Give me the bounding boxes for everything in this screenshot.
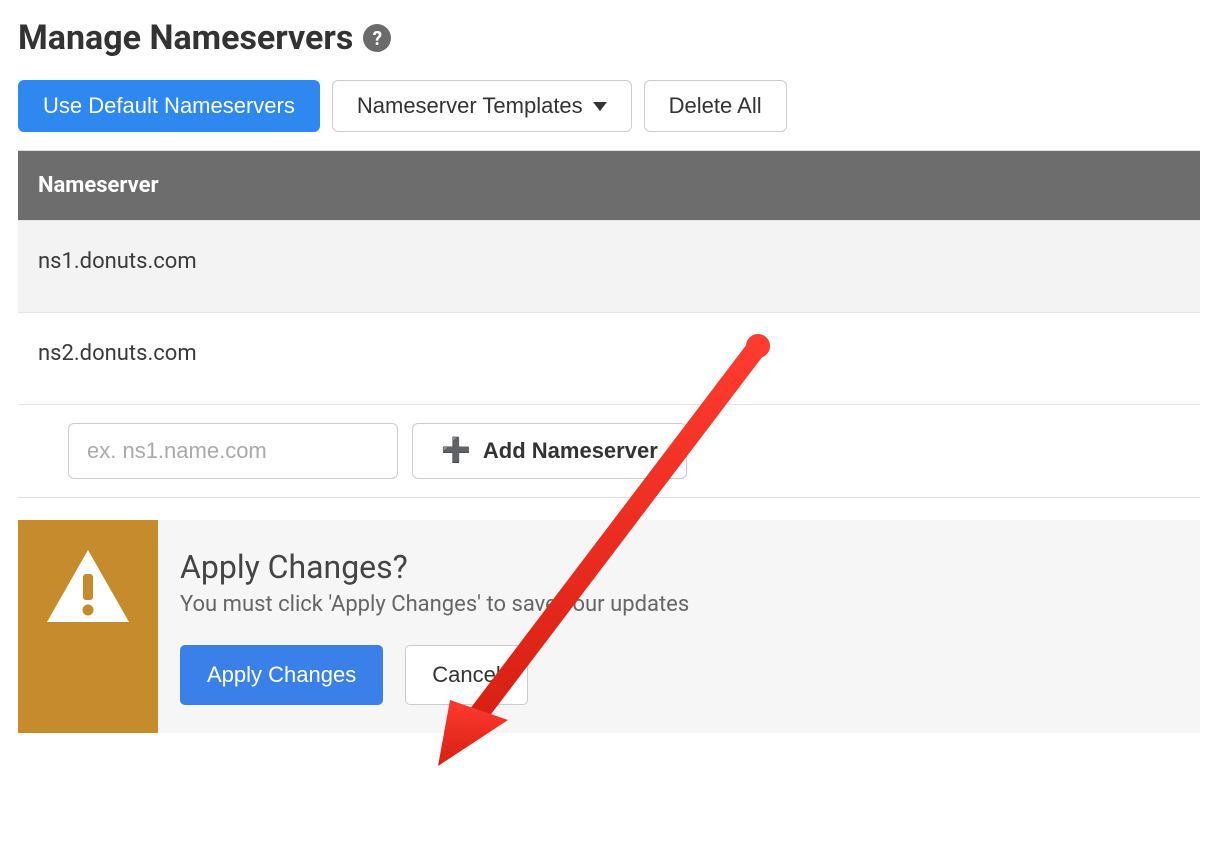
alert-text: You must click 'Apply Changes' to save y…	[180, 592, 1176, 617]
table-header: Nameserver	[18, 151, 1200, 220]
add-nameserver-button[interactable]: ➕ Add Nameserver	[412, 423, 687, 479]
alert-title: Apply Changes?	[180, 548, 1176, 586]
toolbar: Use Default Nameservers Nameserver Templ…	[18, 80, 1200, 132]
alert-actions: Apply Changes Cancel	[180, 645, 1176, 705]
page-title: Manage Nameservers ?	[18, 18, 1200, 58]
page-title-text: Manage Nameservers	[18, 18, 353, 58]
chevron-down-icon	[593, 102, 607, 111]
nameserver-templates-label: Nameserver Templates	[357, 95, 583, 117]
add-nameserver-row: ➕ Add Nameserver	[18, 404, 1200, 497]
help-icon[interactable]: ?	[363, 24, 391, 52]
delete-all-button[interactable]: Delete All	[644, 80, 787, 132]
alert-body: Apply Changes? You must click 'Apply Cha…	[158, 520, 1200, 733]
table-row[interactable]: ns1.donuts.com	[18, 220, 1200, 312]
add-nameserver-label: Add Nameserver	[483, 438, 658, 464]
nameserver-templates-dropdown[interactable]: Nameserver Templates	[332, 80, 632, 132]
use-default-nameservers-button[interactable]: Use Default Nameservers	[18, 80, 320, 132]
alert-icon-column	[18, 520, 158, 733]
plus-icon: ➕	[441, 439, 471, 463]
nameserver-table: Nameserver ns1.donuts.com ns2.donuts.com…	[18, 150, 1200, 498]
apply-changes-alert: Apply Changes? You must click 'Apply Cha…	[18, 520, 1200, 733]
warning-icon	[45, 548, 131, 626]
cancel-button[interactable]: Cancel	[405, 645, 527, 705]
table-row[interactable]: ns2.donuts.com	[18, 312, 1200, 404]
nameserver-input[interactable]	[68, 423, 398, 479]
apply-changes-button[interactable]: Apply Changes	[180, 645, 383, 705]
